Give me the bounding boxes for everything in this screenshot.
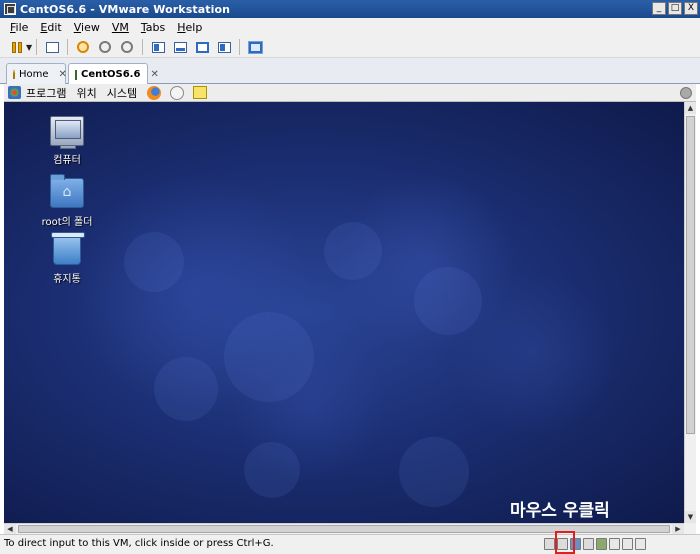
desktop-icon-trash[interactable]: 휴지통 bbox=[32, 232, 102, 285]
applications-label: 프로그램 bbox=[26, 86, 67, 100]
places-label: 위치 bbox=[76, 86, 97, 100]
wallpaper-bubble bbox=[414, 267, 482, 335]
minimize-button[interactable]: _ bbox=[652, 2, 666, 15]
status-message: To direct input to this VM, click inside… bbox=[4, 538, 274, 549]
status-bar: To direct input to this VM, click inside… bbox=[0, 534, 700, 554]
close-button[interactable]: X bbox=[684, 2, 698, 15]
toolbar-separator bbox=[239, 39, 241, 55]
desktop-icon-computer[interactable]: 컴퓨터 bbox=[32, 116, 102, 166]
toolbar-separator bbox=[142, 39, 144, 55]
desktop-icon-trash-label: 휴지통 bbox=[53, 274, 81, 285]
display-icon[interactable] bbox=[622, 538, 633, 550]
vm-icon bbox=[75, 69, 77, 80]
tab-centos-label: CentOS6.6 bbox=[81, 69, 141, 80]
tab-home[interactable]: Home ✕ bbox=[6, 63, 67, 84]
scroll-left-icon[interactable]: ◀ bbox=[4, 524, 16, 534]
menu-tabs[interactable]: Tabs bbox=[135, 21, 171, 34]
sound-card-icon[interactable] bbox=[609, 538, 620, 550]
system-label: 시스템 bbox=[106, 86, 138, 100]
vmware-app-icon bbox=[4, 3, 16, 15]
home-icon bbox=[13, 69, 15, 79]
full-screen-icon[interactable] bbox=[194, 39, 210, 55]
annotation-text: 마우스 우클릭 bbox=[510, 501, 610, 521]
menu-vm[interactable]: VM bbox=[106, 21, 135, 34]
menu-edit[interactable]: Edit bbox=[34, 21, 67, 34]
menu-file[interactable]: File bbox=[4, 21, 34, 34]
trash-icon bbox=[51, 232, 85, 265]
home-folder-icon bbox=[50, 174, 84, 208]
scroll-right-icon[interactable]: ▶ bbox=[672, 524, 684, 534]
mail-client-icon[interactable] bbox=[170, 85, 185, 100]
menu-bar: File Edit View VM Tabs Help bbox=[0, 18, 700, 37]
sidebar-view-icon[interactable] bbox=[150, 39, 166, 55]
window-controls: _ □ X bbox=[652, 2, 698, 15]
power-dropdown-icon[interactable]: ▼ bbox=[26, 43, 32, 52]
wallpaper-bubble bbox=[244, 442, 300, 498]
console-view-icon[interactable] bbox=[172, 39, 188, 55]
toolbar: ▼ bbox=[0, 37, 700, 58]
tab-centos[interactable]: CentOS6.6 ✕ bbox=[68, 63, 159, 85]
cd-dvd-highlight-box bbox=[555, 531, 575, 554]
toolbar-separator bbox=[67, 39, 69, 55]
horizontal-scrollbar[interactable]: ◀ ▶ bbox=[4, 523, 684, 534]
title-bar: CentOS6.6 - VMware Workstation _ □ X bbox=[0, 0, 700, 18]
snapshot-icon[interactable] bbox=[75, 39, 91, 55]
desktop-icon-home-folder[interactable]: root의 폴더 bbox=[32, 174, 102, 228]
tab-centos-close-icon[interactable]: ✕ bbox=[150, 69, 158, 80]
pause-icon[interactable] bbox=[9, 39, 25, 55]
applications-icon bbox=[8, 86, 21, 99]
menu-view[interactable]: View bbox=[68, 21, 106, 34]
desktop-icon-computer-label: 컴퓨터 bbox=[53, 155, 81, 166]
wallpaper-bubble bbox=[324, 222, 382, 280]
applications-menu[interactable]: 프로그램 bbox=[8, 85, 66, 101]
message-log-icon[interactable] bbox=[635, 538, 646, 550]
computer-icon bbox=[50, 116, 84, 149]
network-status-icon[interactable] bbox=[680, 86, 692, 99]
wallpaper-bubble bbox=[124, 232, 184, 292]
guest-desktop[interactable]: 컴퓨터 root의 폴더 휴지통 마우스 우클릭 bbox=[4, 102, 684, 523]
vertical-scrollbar[interactable]: ▲ ▼ bbox=[684, 102, 696, 523]
wallpaper-bubble bbox=[399, 437, 469, 507]
firefox-icon[interactable] bbox=[147, 85, 162, 100]
unity-icon[interactable] bbox=[216, 39, 232, 55]
toolbar-separator bbox=[36, 39, 38, 55]
guest-top-panel: 프로그램 위치 시스템 bbox=[4, 84, 696, 102]
scroll-down-icon[interactable]: ▼ bbox=[685, 511, 696, 523]
hard-disk-icon[interactable] bbox=[544, 538, 555, 550]
wallpaper-bubble bbox=[154, 357, 218, 421]
window-title: CentOS6.6 - VMware Workstation bbox=[20, 2, 231, 16]
printer-icon[interactable] bbox=[583, 538, 594, 550]
notes-icon[interactable] bbox=[193, 86, 208, 99]
scroll-corner bbox=[684, 523, 696, 534]
tab-home-close-icon[interactable]: ✕ bbox=[59, 69, 67, 80]
menu-help[interactable]: Help bbox=[171, 21, 208, 34]
tab-home-label: Home bbox=[19, 68, 49, 80]
snapshot-manager-icon[interactable] bbox=[119, 39, 135, 55]
places-menu[interactable]: 위치 bbox=[76, 85, 96, 101]
send-ctrl-alt-del-icon[interactable] bbox=[44, 39, 60, 55]
system-menu[interactable]: 시스템 bbox=[107, 85, 137, 101]
revert-snapshot-icon[interactable] bbox=[97, 39, 113, 55]
maximize-button[interactable]: □ bbox=[668, 2, 682, 15]
vertical-scroll-thumb[interactable] bbox=[686, 116, 695, 434]
fit-guest-icon[interactable] bbox=[247, 39, 263, 55]
usb-icon[interactable] bbox=[596, 538, 607, 550]
tab-strip: Home ✕ CentOS6.6 ✕ bbox=[0, 58, 700, 85]
wallpaper-bubble bbox=[224, 312, 314, 402]
scroll-up-icon[interactable]: ▲ bbox=[685, 102, 696, 114]
desktop-icon-home-folder-label: root의 폴더 bbox=[41, 217, 93, 228]
